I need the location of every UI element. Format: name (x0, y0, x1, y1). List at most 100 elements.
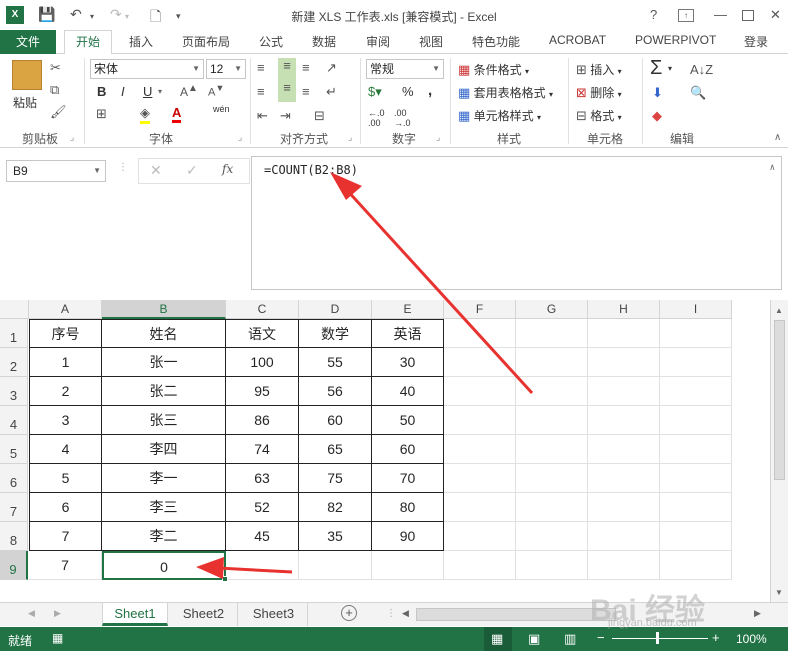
expand-formula-icon[interactable]: ∧ (770, 163, 775, 173)
cell-g4[interactable] (516, 406, 588, 435)
cell-h8[interactable] (588, 522, 660, 551)
cell-g7[interactable] (516, 493, 588, 522)
tab-powerpivot[interactable]: POWERPIVOT (635, 33, 716, 47)
align-right-icon[interactable]: ≡ (302, 84, 310, 99)
cell-f2[interactable] (444, 348, 516, 377)
cell-e3[interactable]: 40 (372, 377, 444, 406)
accounting-format-icon[interactable]: $▾ (368, 84, 382, 100)
column-header-e[interactable]: E (372, 300, 444, 319)
cell-e6[interactable]: 70 (372, 464, 444, 493)
cell-i4[interactable] (660, 406, 732, 435)
find-select-icon[interactable]: 🔍 (690, 85, 706, 101)
decrease-indent-icon[interactable]: ⇤ (257, 108, 268, 124)
enter-icon[interactable]: ✓ (186, 162, 198, 179)
alignment-launcher-icon[interactable]: ⌟ (348, 132, 352, 143)
sheet-tab-sheet1[interactable]: Sheet1 (102, 603, 168, 626)
cell-h2[interactable] (588, 348, 660, 377)
zoom-level[interactable]: 100% (736, 632, 767, 646)
fill-color-icon[interactable]: ◈ (140, 105, 150, 124)
page-break-view-icon[interactable]: ▥ (564, 631, 576, 647)
cell-e4[interactable]: 50 (372, 406, 444, 435)
close-button[interactable]: ✕ (770, 7, 781, 23)
format-cells-button[interactable]: ⊟ 格式 ▾ (576, 107, 622, 124)
chevron-down-icon[interactable]: ▾ (668, 64, 672, 73)
cell-e8[interactable]: 90 (372, 522, 444, 551)
cell-d2[interactable]: 55 (299, 348, 372, 377)
cell-style-button[interactable]: ▦ 单元格样式 ▾ (458, 107, 541, 124)
login-link[interactable]: 登录 (744, 33, 768, 50)
cell-c9[interactable] (226, 551, 299, 580)
cell-g1[interactable] (516, 319, 588, 348)
cell-i9[interactable] (660, 551, 732, 580)
increase-decimal-icon[interactable]: ←.0.00 (368, 108, 385, 128)
cell-h3[interactable] (588, 377, 660, 406)
cell-i6[interactable] (660, 464, 732, 493)
cell-f9[interactable] (444, 551, 516, 580)
select-all-corner[interactable] (0, 300, 29, 319)
macro-record-icon[interactable]: ▦ (52, 631, 63, 645)
cell-b3[interactable]: 张二 (102, 377, 226, 406)
next-sheet-icon[interactable]: ▶ (54, 608, 61, 619)
cell-h6[interactable] (588, 464, 660, 493)
copy-icon[interactable]: ⧉ (50, 82, 59, 98)
tab-formulas[interactable]: 公式 (259, 33, 283, 50)
cell-a1[interactable]: 序号 (29, 319, 102, 348)
cell-g3[interactable] (516, 377, 588, 406)
cancel-icon[interactable]: ✕ (150, 162, 162, 179)
row-header-1[interactable]: 1 (0, 319, 28, 348)
row-header-7[interactable]: 7 (0, 493, 28, 522)
cell-d9[interactable] (299, 551, 372, 580)
cell-c1[interactable]: 语文 (226, 319, 299, 348)
scroll-up-icon[interactable]: ▲ (775, 306, 783, 315)
tab-home[interactable]: 开始 (64, 30, 112, 55)
cell-c7[interactable]: 52 (226, 493, 299, 522)
underline-button[interactable]: U (143, 84, 152, 99)
tab-page-layout[interactable]: 页面布局 (182, 33, 230, 50)
cell-f6[interactable] (444, 464, 516, 493)
page-layout-view-icon[interactable]: ▣ (528, 631, 540, 647)
cell-h1[interactable] (588, 319, 660, 348)
column-header-b[interactable]: B (102, 300, 226, 319)
cell-i5[interactable] (660, 435, 732, 464)
italic-button[interactable]: I (121, 84, 125, 99)
phonetic-wen-icon[interactable]: wén (213, 104, 230, 114)
cell-g5[interactable] (516, 435, 588, 464)
zoom-slider-track[interactable] (612, 638, 708, 639)
cell-d1[interactable]: 数学 (299, 319, 372, 348)
font-name-select[interactable]: 宋体 ▼ (90, 59, 204, 79)
cell-a6[interactable]: 5 (29, 464, 102, 493)
cell-a9[interactable]: 7 (29, 551, 102, 580)
align-center-icon[interactable]: ≡ (278, 80, 296, 102)
scroll-left-icon[interactable]: ◀ (402, 608, 409, 619)
cell-c6[interactable]: 63 (226, 464, 299, 493)
cell-h5[interactable] (588, 435, 660, 464)
cell-f5[interactable] (444, 435, 516, 464)
zoom-in-icon[interactable]: + (712, 630, 720, 645)
cell-b8[interactable]: 李二 (102, 522, 226, 551)
cell-d8[interactable]: 35 (299, 522, 372, 551)
row-header-9[interactable]: 9 (0, 551, 28, 580)
underline-dropdown-icon[interactable]: ▾ (158, 87, 162, 96)
tab-acrobat[interactable]: ACROBAT (549, 33, 606, 47)
wrap-text-icon[interactable]: ↵ (326, 84, 337, 100)
orientation-icon[interactable]: ↗ (326, 60, 337, 76)
cell-g6[interactable] (516, 464, 588, 493)
drag-handle-icon[interactable]: ⋮ (118, 162, 128, 173)
drag-handle-icon[interactable]: ⋮ (386, 608, 396, 619)
cell-d5[interactable]: 65 (299, 435, 372, 464)
cell-i2[interactable] (660, 348, 732, 377)
cell-f3[interactable] (444, 377, 516, 406)
cell-h7[interactable] (588, 493, 660, 522)
number-format-select[interactable]: 常规 ▼ (366, 59, 444, 79)
tab-view[interactable]: 视图 (419, 33, 443, 50)
cell-a4[interactable]: 3 (29, 406, 102, 435)
column-header-h[interactable]: H (588, 300, 660, 319)
cell-i1[interactable] (660, 319, 732, 348)
tab-insert[interactable]: 插入 (129, 33, 153, 50)
cell-i7[interactable] (660, 493, 732, 522)
merge-center-icon[interactable]: ⊟ (314, 108, 325, 124)
cell-b6[interactable]: 李一 (102, 464, 226, 493)
cell-e7[interactable]: 80 (372, 493, 444, 522)
cell-g2[interactable] (516, 348, 588, 377)
cell-a2[interactable]: 1 (29, 348, 102, 377)
